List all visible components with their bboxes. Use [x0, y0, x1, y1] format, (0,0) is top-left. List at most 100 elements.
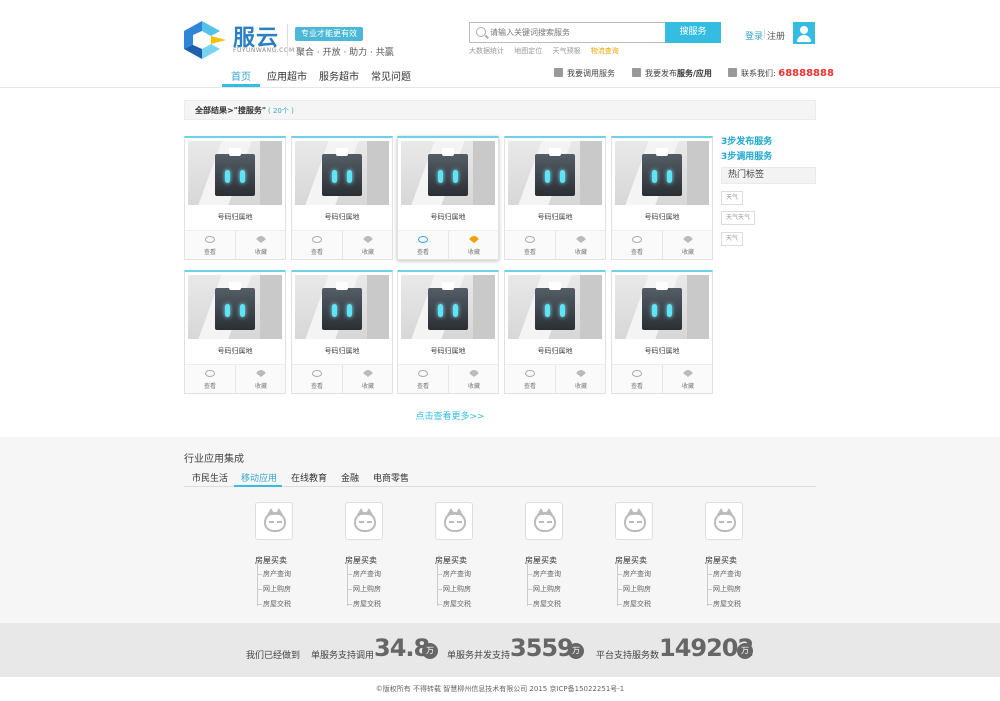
- service-name[interactable]: 号码归属地: [398, 212, 498, 222]
- subcategory-link[interactable]: 房产查询: [623, 569, 651, 579]
- category-tile[interactable]: [615, 502, 653, 540]
- service-thumbnail[interactable]: [401, 275, 495, 339]
- service-name[interactable]: 号码归属地: [398, 346, 498, 356]
- category-tile[interactable]: [525, 502, 563, 540]
- view-button[interactable]: 查看: [505, 231, 555, 260]
- subcategory-link[interactable]: 房产查询: [713, 569, 741, 579]
- subcategory-link[interactable]: 网上购房: [353, 584, 381, 594]
- tab-mobile-apps[interactable]: 移动应用: [241, 471, 277, 484]
- service-thumbnail[interactable]: [188, 275, 282, 339]
- favorite-button[interactable]: 收藏: [448, 231, 498, 260]
- category-tile[interactable]: [705, 502, 743, 540]
- tab-finance[interactable]: 金融: [341, 471, 359, 484]
- subcategory-link[interactable]: 房产查询: [443, 569, 471, 579]
- category-title[interactable]: 房屋买卖: [615, 555, 647, 566]
- subcategory-link[interactable]: 房屋交税: [263, 599, 291, 609]
- hot-tag[interactable]: 天气: [721, 191, 744, 205]
- service-name[interactable]: 号码归属地: [185, 346, 285, 356]
- favorite-button[interactable]: 收藏: [555, 231, 605, 260]
- load-more-link[interactable]: 点击查看更多>>: [0, 409, 900, 422]
- service-card[interactable]: 号码归属地查看 收藏: [397, 270, 499, 394]
- category-tile[interactable]: [345, 502, 383, 540]
- nav-app-market[interactable]: 应用超市: [267, 68, 307, 83]
- subcategory-link[interactable]: 房屋交税: [623, 599, 651, 609]
- hot-keyword-highlight[interactable]: 物流查询: [591, 47, 619, 55]
- view-button[interactable]: 查看: [398, 365, 448, 394]
- service-card[interactable]: 号码归属地 查看 收藏: [611, 136, 713, 260]
- service-card[interactable]: 号码归属地查看 收藏: [611, 270, 713, 394]
- category-title[interactable]: 房屋买卖: [705, 555, 737, 566]
- category-title[interactable]: 房屋买卖: [435, 555, 467, 566]
- service-card[interactable]: 号码归属地查看 收藏: [291, 270, 393, 394]
- subcategory-link[interactable]: 房产查询: [533, 569, 561, 579]
- favorite-button[interactable]: 收藏: [448, 365, 498, 394]
- service-thumbnail[interactable]: [401, 141, 495, 205]
- favorite-button[interactable]: 收藏: [235, 231, 285, 260]
- view-button[interactable]: 查看: [292, 365, 342, 394]
- favorite-button[interactable]: 收藏: [662, 231, 712, 260]
- service-thumbnail[interactable]: [295, 275, 389, 339]
- subcategory-link[interactable]: 网上购房: [713, 584, 741, 594]
- favorite-button[interactable]: 收藏: [342, 231, 392, 260]
- service-thumbnail[interactable]: [508, 141, 602, 205]
- search-input[interactable]: [490, 24, 660, 41]
- login-link[interactable]: 登录: [745, 29, 763, 42]
- subcategory-link[interactable]: 房屋交税: [353, 599, 381, 609]
- view-button[interactable]: 查看: [292, 231, 342, 260]
- nav-faq[interactable]: 常见问题: [371, 68, 411, 83]
- subcategory-link[interactable]: 房产查询: [263, 569, 291, 579]
- nav-home[interactable]: 首页: [231, 68, 251, 83]
- subcategory-link[interactable]: 房屋交税: [713, 599, 741, 609]
- favorite-button[interactable]: 收藏: [342, 365, 392, 394]
- subcategory-link[interactable]: 房屋交税: [533, 599, 561, 609]
- service-thumbnail[interactable]: [295, 141, 389, 205]
- service-card[interactable]: 号码归属地查看 收藏: [397, 136, 499, 260]
- call-steps-link[interactable]: 3步调用服务: [721, 149, 772, 162]
- search-button[interactable]: 搜服务: [665, 22, 721, 43]
- subcategory-link[interactable]: 网上购房: [533, 584, 561, 594]
- hot-keyword[interactable]: 天气预报: [552, 47, 580, 55]
- service-name[interactable]: 号码归属地: [185, 212, 285, 222]
- view-button[interactable]: 查看: [185, 365, 235, 394]
- nav-service-market[interactable]: 服务超市: [319, 68, 359, 83]
- hot-tag[interactable]: 天气: [721, 232, 744, 246]
- view-button[interactable]: 查看: [505, 365, 555, 394]
- view-button[interactable]: 查看: [398, 231, 448, 260]
- subcategory-link[interactable]: 网上购房: [263, 584, 291, 594]
- service-card[interactable]: 号码归属地 查看 收藏: [184, 136, 286, 260]
- category-title[interactable]: 房屋买卖: [255, 555, 287, 566]
- hot-tag[interactable]: 天气天气: [721, 211, 756, 225]
- tab-citizen-life[interactable]: 市民生活: [192, 471, 228, 484]
- publish-service-link[interactable]: 我要发布服务/应用: [645, 68, 712, 79]
- favorite-button[interactable]: 收藏: [662, 365, 712, 394]
- service-card[interactable]: 号码归属地查看 收藏: [504, 136, 606, 260]
- subcategory-link[interactable]: 房屋交税: [443, 599, 471, 609]
- service-card[interactable]: 号码归属地查看 收藏: [291, 136, 393, 260]
- service-name[interactable]: 号码归属地: [292, 346, 392, 356]
- call-service-link[interactable]: 我要调用服务: [567, 68, 615, 79]
- subcategory-link[interactable]: 网上购房: [443, 584, 471, 594]
- service-thumbnail[interactable]: [615, 141, 709, 205]
- service-card[interactable]: 号码归属地查看 收藏: [184, 270, 286, 394]
- hot-keyword[interactable]: 地图定位: [514, 47, 542, 55]
- service-name[interactable]: 号码归属地: [612, 346, 712, 356]
- hot-keyword[interactable]: 大数据统计: [469, 47, 504, 55]
- subcategory-link[interactable]: 房产查询: [353, 569, 381, 579]
- register-link[interactable]: 注册: [767, 29, 785, 42]
- publish-steps-link[interactable]: 3步发布服务: [721, 134, 772, 147]
- favorite-button[interactable]: 收藏: [555, 365, 605, 394]
- service-thumbnail[interactable]: [188, 141, 282, 205]
- service-name[interactable]: 号码归属地: [505, 212, 605, 222]
- category-tile[interactable]: [255, 502, 293, 540]
- service-name[interactable]: 号码归属地: [612, 212, 712, 222]
- service-name[interactable]: 号码归属地: [292, 212, 392, 222]
- view-button[interactable]: 查看: [612, 365, 662, 394]
- service-card[interactable]: 号码归属地查看 收藏: [504, 270, 606, 394]
- favorite-button[interactable]: 收藏: [235, 365, 285, 394]
- category-title[interactable]: 房屋买卖: [345, 555, 377, 566]
- category-title[interactable]: 房屋买卖: [525, 555, 557, 566]
- user-avatar-icon[interactable]: [793, 22, 815, 44]
- tab-ecommerce[interactable]: 电商零售: [373, 471, 409, 484]
- service-thumbnail[interactable]: [508, 275, 602, 339]
- service-name[interactable]: 号码归属地: [505, 346, 605, 356]
